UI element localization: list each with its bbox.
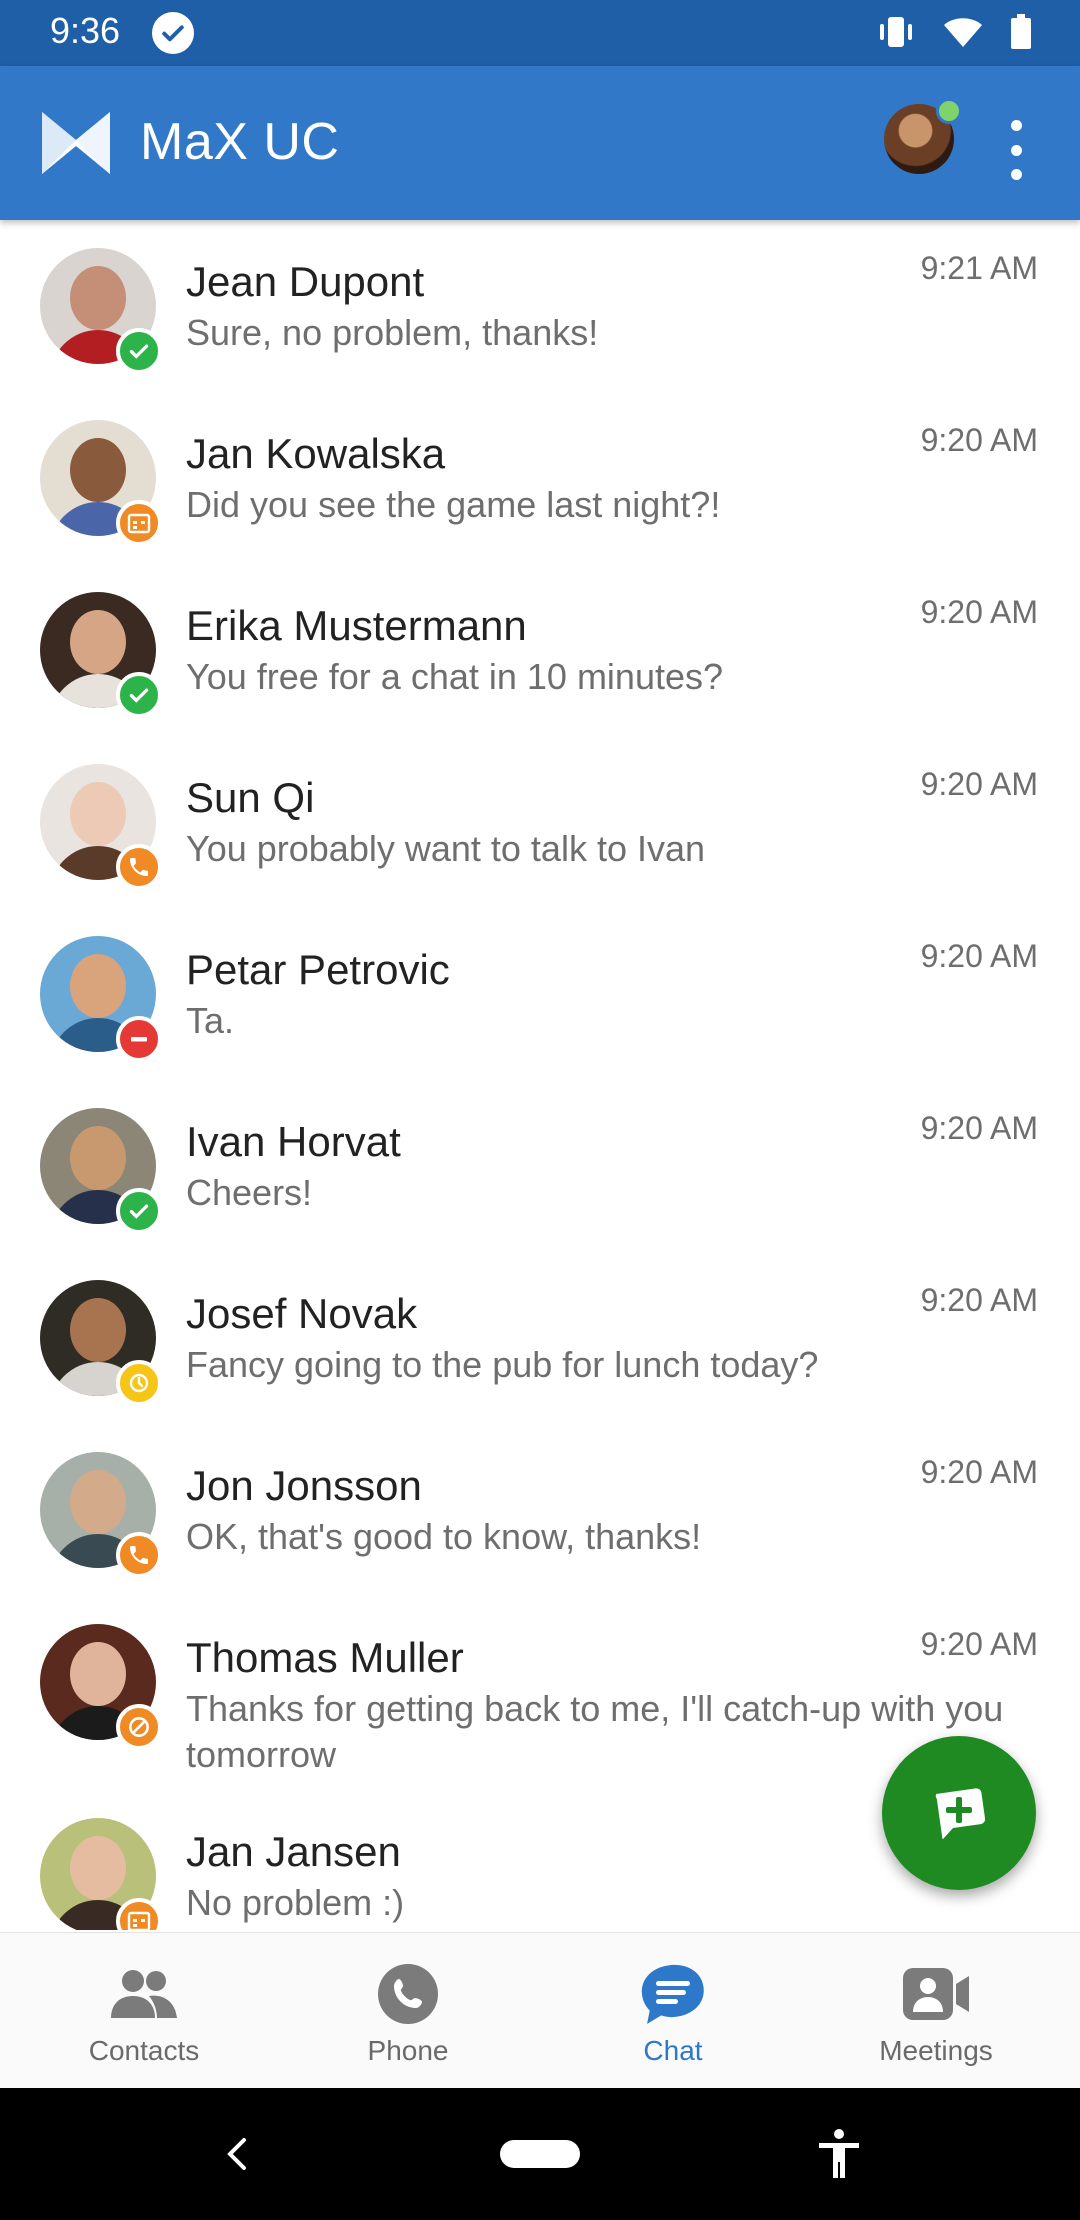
contact-name: Sun Qi (186, 774, 315, 821)
user-presence-indicator (936, 98, 962, 124)
battery-icon (1010, 14, 1032, 55)
system-navigation-bar (0, 2088, 1080, 2220)
message-time: 9:20 AM (920, 766, 1038, 802)
message-time: 9:20 AM (920, 594, 1038, 630)
last-message: No problem :) (186, 1882, 405, 1923)
chat-row[interactable]: Petar Petrovic Ta. 9:20 AM (0, 912, 1080, 1082)
contact-name: Jon Jonsson (186, 1462, 422, 1509)
tab-chat[interactable]: Chat (538, 1933, 808, 2089)
status-icons (876, 14, 1032, 55)
tab-label: Contacts (88, 2035, 200, 2066)
online-status-icon (116, 672, 162, 718)
message-time: 9:20 AM (920, 1282, 1038, 1318)
tab-meetings[interactable]: Meetings (801, 1933, 1071, 2089)
status-time: 9:36 (50, 10, 121, 51)
message-time: 9:20 AM (920, 1454, 1038, 1490)
tab-label: Chat (643, 2035, 703, 2066)
contact-name: Jan Jansen (186, 1828, 401, 1875)
last-message: You probably want to talk to Ivan (186, 828, 706, 869)
chat-row[interactable]: Sun Qi You probably want to talk to Ivan… (0, 740, 1080, 910)
contact-name: Jan Kowalska (186, 430, 446, 477)
in-meeting-status-icon (116, 1898, 162, 1930)
chat-row[interactable]: Ivan Horvat Cheers! 9:20 AM (0, 1084, 1080, 1254)
last-message: Did you see the game last night?! (186, 484, 721, 525)
status-bar: 9:36 (0, 0, 1080, 66)
chat-icon (638, 1963, 708, 2025)
last-message: Fancy going to the pub for lunch today? (186, 1344, 819, 1385)
meetings-icon (901, 1963, 971, 2025)
on-call-status-icon (116, 1532, 162, 1578)
chat-row[interactable]: Jean Dupont Sure, no problem, thanks! 9:… (0, 224, 1080, 394)
chat-row[interactable]: Jan Kowalska Did you see the game last n… (0, 396, 1080, 566)
back-button[interactable] (222, 2136, 254, 2177)
online-status-icon (116, 328, 162, 374)
new-chat-button[interactable] (882, 1736, 1036, 1890)
tab-phone[interactable]: Phone (273, 1933, 543, 2089)
home-button[interactable] (500, 2140, 580, 2168)
app-bar: MaX UC (0, 66, 1080, 220)
bottom-navigation: Contacts Phone Chat Meetings (0, 1932, 1080, 2089)
chat-row[interactable]: Josef Novak Fancy going to the pub for l… (0, 1256, 1080, 1426)
message-time: 9:21 AM (920, 250, 1038, 286)
online-status-icon (116, 1188, 162, 1234)
contact-name: Petar Petrovic (186, 946, 450, 993)
message-time: 9:20 AM (920, 938, 1038, 974)
accessibility-icon[interactable] (816, 2128, 862, 2185)
app-title: MaX UC (140, 113, 340, 171)
tab-contacts[interactable]: Contacts (9, 1933, 279, 2089)
max-uc-logo-icon (40, 110, 112, 176)
contact-name: Josef Novak (186, 1290, 418, 1337)
last-message: You free for a chat in 10 minutes? (186, 656, 724, 697)
on-call-status-icon (116, 844, 162, 890)
tab-label: Meetings (879, 2035, 993, 2066)
phone-icon (373, 1963, 443, 2025)
new-chat-icon (935, 1788, 986, 1839)
do-not-disturb-status-icon (116, 1704, 162, 1750)
message-time: 9:20 AM (920, 1110, 1038, 1146)
chat-row[interactable]: Erika Mustermann You free for a chat in … (0, 568, 1080, 738)
vibrate-icon (876, 15, 916, 54)
notification-check-icon (152, 12, 194, 54)
contact-name: Erika Mustermann (186, 602, 527, 649)
last-message: Sure, no problem, thanks! (186, 312, 599, 353)
last-message: Ta. (186, 1000, 235, 1041)
chat-row[interactable]: Jon Jonsson OK, that's good to know, tha… (0, 1428, 1080, 1598)
away-status-icon (116, 1360, 162, 1406)
message-time: 9:20 AM (920, 1626, 1038, 1662)
last-message: OK, that's good to know, thanks! (186, 1516, 702, 1557)
last-message: Thanks for getting back to me, I'll catc… (186, 1688, 1004, 1775)
contact-name: Thomas Muller (186, 1634, 464, 1681)
contacts-icon (109, 1963, 179, 2025)
tab-label: Phone (367, 2035, 449, 2066)
wifi-icon (942, 15, 984, 54)
busy-status-icon (116, 1016, 162, 1062)
message-time: 9:20 AM (920, 422, 1038, 458)
overflow-menu-button[interactable] (996, 120, 1036, 180)
in-meeting-status-icon (116, 500, 162, 546)
contact-name: Jean Dupont (186, 258, 425, 305)
chat-list: Jean Dupont Sure, no problem, thanks! 9:… (0, 224, 1080, 1930)
last-message: Cheers! (186, 1172, 313, 1213)
contact-name: Ivan Horvat (186, 1118, 401, 1165)
